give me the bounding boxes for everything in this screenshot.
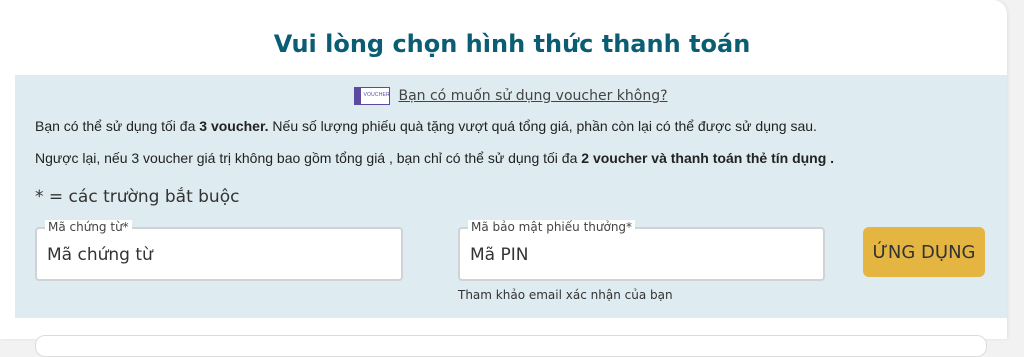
page-title: Vui lòng chọn hình thức thanh toán xyxy=(273,30,751,58)
info-line-2-text-a: Ngược lại, nếu 3 voucher giá trị không b… xyxy=(35,150,582,166)
pin-label: Mã bảo mật phiếu thưởng* xyxy=(468,220,636,234)
apply-voucher-button[interactable]: ỨNG DỤNG xyxy=(863,227,985,277)
voucher-code-field: Mã chứng từ* xyxy=(35,220,403,281)
voucher-code-input[interactable] xyxy=(45,242,389,268)
voucher-ticket-text: VOUCHER xyxy=(363,92,390,98)
pin-helper-text: Tham khảo email xác nhận của bạn xyxy=(458,288,673,302)
info-line-1-bold: 3 voucher. xyxy=(199,118,269,134)
voucher-panel: VOUCHER Bạn có muốn sử dụng voucher khôn… xyxy=(15,75,1007,318)
required-fields-note: * = các trường bắt buộc xyxy=(35,187,240,207)
pin-input[interactable] xyxy=(468,242,812,268)
voucher-toggle-row: VOUCHER Bạn có muốn sử dụng voucher khôn… xyxy=(15,87,1007,105)
pin-field: Mã bảo mật phiếu thưởng* xyxy=(458,220,825,281)
info-line-1-text-c: Nếu số lượng phiếu quà tặng vượt quá tổn… xyxy=(268,118,817,134)
voucher-info-line-2: Ngược lại, nếu 3 voucher giá trị không b… xyxy=(35,150,834,166)
voucher-ticket-icon: VOUCHER xyxy=(354,87,391,105)
next-section-card xyxy=(35,335,987,357)
info-line-2-bold: 2 voucher và thanh toán thẻ tín dụng . xyxy=(581,150,835,166)
voucher-info-line-1: Bạn có thể sử dụng tối đa 3 voucher. Nếu… xyxy=(35,118,817,134)
use-voucher-link[interactable]: Bạn có muốn sử dụng voucher không? xyxy=(398,88,667,104)
voucher-code-label: Mã chứng từ* xyxy=(45,220,132,234)
voucher-ticket-stub xyxy=(355,88,362,104)
info-line-1-text-a: Bạn có thể sử dụng tối đa xyxy=(35,118,200,134)
